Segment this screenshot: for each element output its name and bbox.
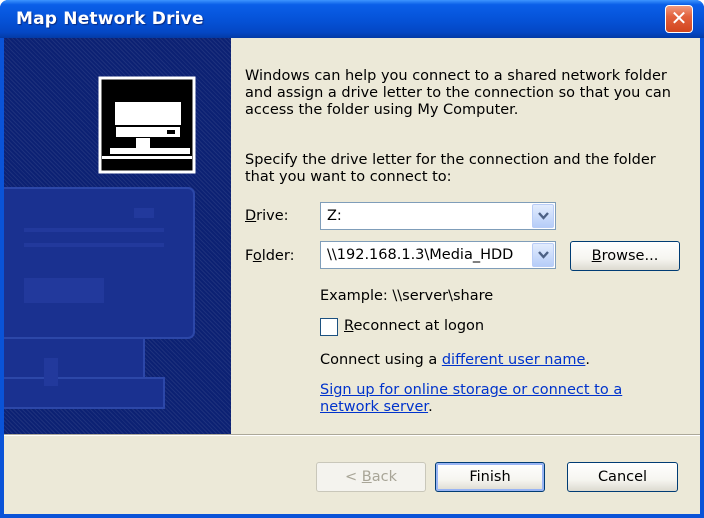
signup-text: Sign up for online storage or connect to…	[320, 382, 623, 415]
connect-using-text: Connect using a different user name.	[320, 352, 591, 368]
close-button[interactable]: ✕	[665, 5, 693, 33]
close-icon: ✕	[670, 6, 688, 30]
dialog-client: Windows can help you connect to a shared…	[4, 38, 700, 514]
footer-divider	[4, 434, 700, 436]
back-button[interactable]: < Back	[316, 462, 426, 492]
drive-label: Drive:	[245, 208, 289, 224]
wizard-content: Windows can help you connect to a shared…	[231, 38, 700, 434]
drive-value: Z:	[327, 208, 342, 224]
title-bar[interactable]: Map Network Drive ✕	[0, 0, 704, 38]
folder-label: Folder:	[245, 248, 295, 264]
folder-value: \\192.168.1.3\Media_HDD	[327, 247, 514, 263]
chevron-down-icon	[538, 251, 549, 259]
drive-combobox[interactable]: Z:	[320, 202, 556, 230]
signup-link-line2[interactable]: network server	[320, 399, 428, 415]
drive-dropdown-button[interactable]	[532, 204, 554, 228]
folder-combobox[interactable]: \\192.168.1.3\Media_HDD	[320, 241, 556, 269]
network-drive-icon	[98, 76, 196, 174]
example-text: Example: \\server\share	[320, 288, 494, 304]
network-drive-illustration	[4, 76, 196, 409]
specify-text: Specify the drive letter for the connect…	[245, 152, 656, 185]
reconnect-label[interactable]: Reconnect at logon	[344, 318, 484, 334]
folder-dropdown-button[interactable]	[532, 243, 554, 267]
window-title: Map Network Drive	[16, 9, 204, 29]
browse-button[interactable]: Browse...	[570, 241, 680, 271]
reconnect-checkbox[interactable]	[320, 318, 338, 336]
wizard-side-panel	[4, 38, 231, 434]
intro-text: Windows can help you connect to a shared…	[245, 68, 671, 118]
finish-button[interactable]: Finish	[435, 462, 545, 492]
different-user-name-link[interactable]: different user name	[442, 352, 586, 368]
map-network-drive-window: Map Network Drive ✕ Windows can help you…	[0, 0, 704, 518]
chevron-down-icon	[538, 212, 549, 220]
signup-link[interactable]: Sign up for online storage or connect to…	[320, 382, 622, 398]
cancel-button[interactable]: Cancel	[567, 462, 678, 492]
